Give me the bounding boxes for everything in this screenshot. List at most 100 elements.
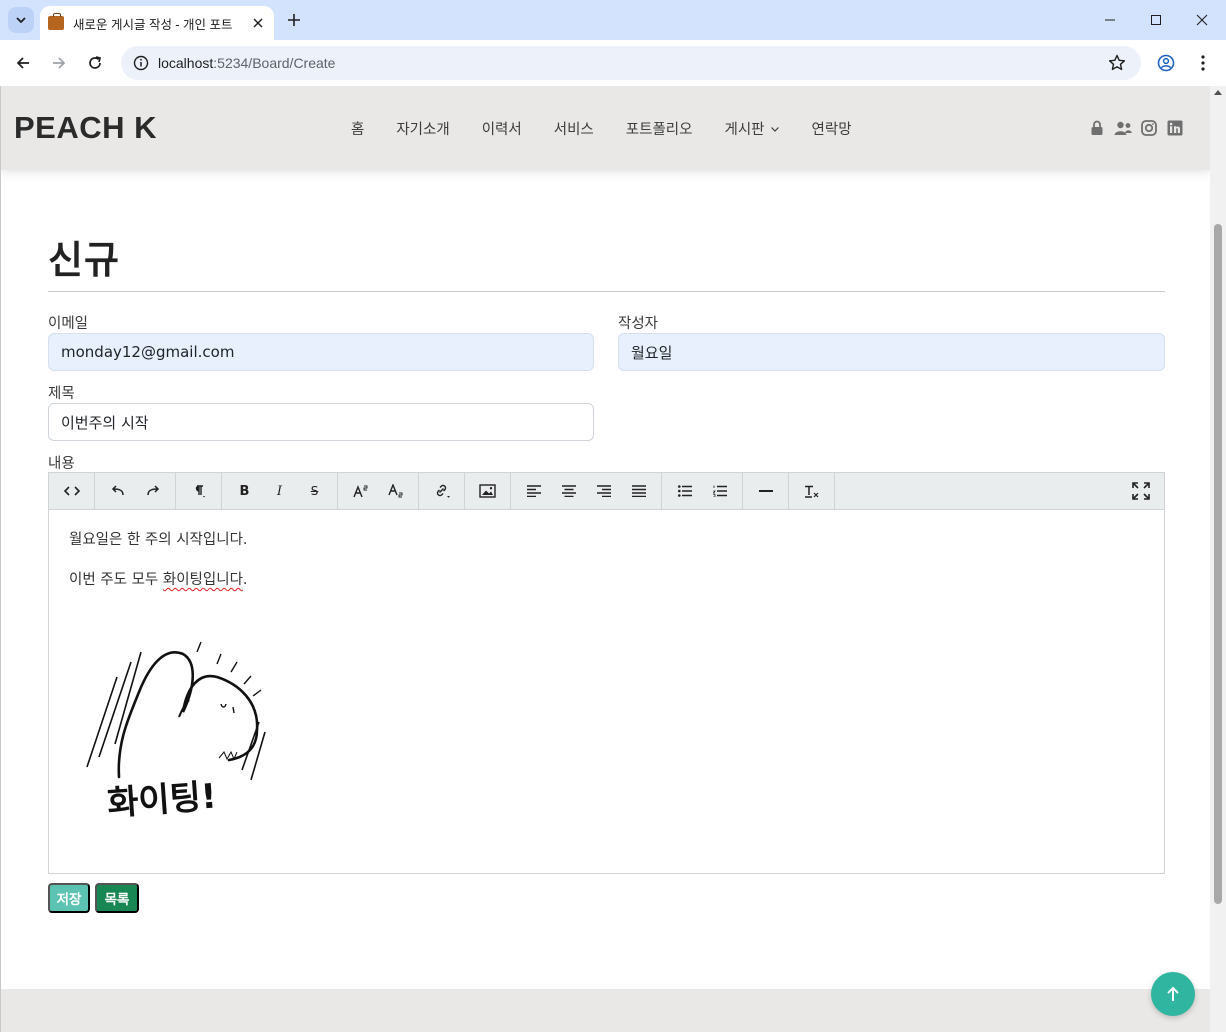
scroll-to-top-button[interactable] [1151, 972, 1195, 1016]
numbered-list-icon[interactable] [702, 473, 737, 509]
site-footer [1, 989, 1211, 1032]
nav-item-portfolio[interactable]: 포트폴리오 [626, 118, 693, 139]
rich-text-editor: B I S 월요일은 한 주의 시작입니다. 이번 주도 모두 화이팅입니다. … [48, 472, 1165, 874]
toolbar-group-lists [662, 473, 743, 509]
lock-icon[interactable] [1088, 119, 1106, 137]
image-icon[interactable] [470, 473, 505, 509]
paragraph-format-icon[interactable] [181, 473, 216, 509]
chevron-down-icon [16, 17, 26, 24]
redo-icon[interactable] [135, 473, 170, 509]
tab-search-button[interactable] [8, 7, 34, 33]
toolbar-group-align [511, 473, 662, 509]
svg-text:화이팅!: 화이팅! [106, 776, 218, 817]
back-button[interactable] [9, 49, 37, 77]
reload-icon [89, 56, 102, 69]
misspelled-word[interactable]: 화이팅입니다 [163, 572, 243, 588]
editor-paragraph-1: 월요일은 한 주의 시작입니다. [69, 532, 248, 548]
briefcase-icon [48, 13, 64, 30]
site-header: PEACH K 홈 자기소개 이력서 서비스 포트폴리오 게시판 연락망 [1, 86, 1211, 170]
list-button[interactable]: 목록 [95, 883, 139, 913]
toolbar-group-link [419, 473, 465, 509]
italic-icon[interactable]: I [262, 473, 297, 509]
browser-toolbar: localhost:5234/Board/Create [0, 40, 1226, 86]
reload-button[interactable] [81, 49, 109, 77]
align-left-icon[interactable] [516, 473, 551, 509]
editor-paragraph-2: 이번 주도 모두 화이팅입니다. [69, 570, 1144, 591]
close-icon [1196, 14, 1208, 26]
url-path: :5234/Board/Create [213, 55, 336, 71]
source-code-icon[interactable] [54, 473, 89, 509]
info-icon[interactable] [133, 55, 149, 71]
undo-icon[interactable] [100, 473, 135, 509]
arrow-up-icon [1167, 986, 1179, 1001]
scrollbar-thumb[interactable] [1214, 224, 1222, 904]
minimize-button[interactable] [1087, 0, 1133, 40]
user-plus-icon[interactable] [1114, 119, 1132, 137]
bookmark-star-icon[interactable] [1107, 53, 1127, 73]
more-vertical-icon [1201, 55, 1205, 71]
clear-format-icon[interactable] [794, 473, 829, 509]
maximize-icon [1151, 15, 1161, 25]
nav-item-board-label: 게시판 [724, 122, 765, 138]
horizontal-rule-icon[interactable] [748, 473, 783, 509]
strikethrough-icon[interactable]: S [297, 473, 332, 509]
browser-menu-button[interactable] [1189, 49, 1217, 77]
subject-field[interactable]: 이번주의 시작 [48, 403, 594, 441]
fighting-sticker-image[interactable]: 화이팅! [79, 632, 279, 817]
title-divider [48, 291, 1165, 292]
forward-button[interactable] [45, 49, 73, 77]
account-icon [1157, 54, 1175, 72]
email-label: 이메일 [48, 316, 89, 332]
bold-icon[interactable]: B [227, 473, 262, 509]
arrow-right-icon [53, 57, 66, 69]
social-links [1088, 119, 1192, 137]
toolbar-group-inline: B I S [222, 473, 338, 509]
align-justify-icon[interactable] [621, 473, 656, 509]
linkedin-icon[interactable] [1166, 119, 1184, 137]
address-bar[interactable]: localhost:5234/Board/Create [121, 46, 1141, 80]
link-icon[interactable] [424, 473, 459, 509]
save-button[interactable]: 저장 [48, 883, 90, 913]
toolbar-group-clear [789, 473, 835, 509]
scroll-up-arrow-icon[interactable] [1214, 90, 1222, 95]
align-center-icon[interactable] [551, 473, 586, 509]
subject-label: 제목 [48, 386, 75, 402]
browser-tab-active[interactable]: 새로운 게시글 작성 - 개인 포트 [40, 6, 274, 40]
arrow-left-icon [16, 57, 29, 69]
page-viewport: PEACH K 홈 자기소개 이력서 서비스 포트폴리오 게시판 연락망 신규 … [0, 86, 1226, 1032]
editor-content-area[interactable]: 월요일은 한 주의 시작입니다. 이번 주도 모두 화이팅입니다. 화이팅! [49, 510, 1164, 873]
content-label: 내용 [48, 456, 75, 472]
superscript-icon[interactable] [343, 473, 378, 509]
instagram-icon[interactable] [1140, 119, 1158, 137]
toolbar-group-script [338, 473, 419, 509]
nav-item-board[interactable]: 게시판 [724, 118, 779, 139]
subscript-icon[interactable] [378, 473, 413, 509]
nav-item-resume[interactable]: 이력서 [482, 118, 522, 139]
nav-item-contact[interactable]: 연락망 [812, 118, 852, 139]
nav-item-home[interactable]: 홈 [351, 118, 364, 139]
toolbar-group-hr [743, 473, 789, 509]
bullet-list-icon[interactable] [667, 473, 702, 509]
toolbar-group-history [95, 473, 176, 509]
new-tab-button[interactable] [282, 8, 306, 32]
tab-title: 새로운 게시글 작성 - 개인 포트 [73, 17, 233, 32]
minimize-icon [1105, 19, 1115, 21]
fullscreen-icon[interactable] [1132, 482, 1150, 500]
profile-button[interactable] [1152, 49, 1180, 77]
url-host: localhost [158, 55, 214, 71]
align-right-icon[interactable] [586, 473, 621, 509]
editor-toolbar: B I S [49, 473, 1164, 510]
main-nav: 홈 자기소개 이력서 서비스 포트폴리오 게시판 연락망 [351, 118, 884, 139]
close-window-button[interactable] [1179, 0, 1225, 40]
tab-close-icon[interactable] [250, 15, 266, 31]
maximize-button[interactable] [1133, 0, 1179, 40]
nav-item-about[interactable]: 자기소개 [396, 118, 449, 139]
site-logo[interactable]: PEACH K [14, 110, 157, 146]
toolbar-group-block [176, 473, 222, 509]
email-field[interactable]: monday12@gmail.com [48, 333, 594, 371]
paragraph-2-prefix: 이번 주도 모두 [69, 572, 163, 588]
author-field[interactable]: 월요일 [618, 333, 1165, 371]
nav-item-services[interactable]: 서비스 [554, 118, 594, 139]
author-label: 작성자 [618, 316, 659, 332]
page-scrollbar[interactable] [1210, 86, 1226, 1032]
